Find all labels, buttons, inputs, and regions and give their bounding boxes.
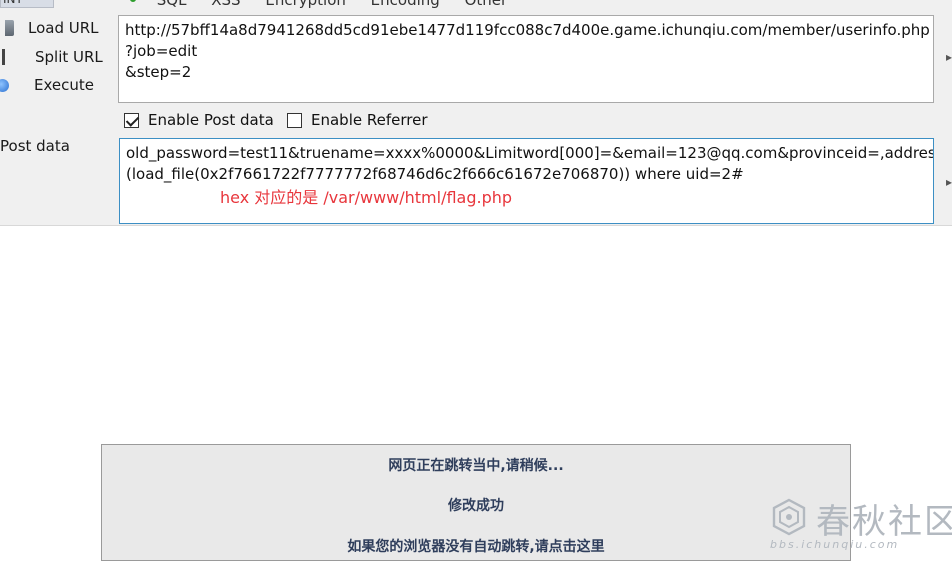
hackbar-panel: INT SQL XSS Encryption Encoding Other Lo…: [0, 0, 952, 226]
post-data-line-2: (load_file(0x2f7661722f7777772f68746d6c2…: [126, 165, 744, 183]
enable-post-checkbox[interactable]: Enable Post data: [124, 110, 274, 130]
status-dot-icon: [130, 0, 136, 2]
screen: INT SQL XSS Encryption Encoding Other Lo…: [0, 0, 952, 580]
post-data-label: Post data: [0, 137, 70, 155]
ichunqiu-logo-icon: [772, 498, 806, 536]
menu-item-encoding[interactable]: Encoding: [371, 0, 440, 9]
menu-item-encryption[interactable]: Encryption: [265, 0, 346, 9]
split-url-icon: [2, 49, 16, 65]
panel-tab[interactable]: INT: [0, 0, 54, 8]
load-url-label: Load URL: [28, 19, 99, 37]
execute-label: Execute: [34, 76, 94, 94]
execute-button[interactable]: Execute: [0, 73, 94, 97]
hex-annotation: hex 对应的是 /var/www/html/flag.php: [220, 188, 513, 207]
url-input[interactable]: http://57bff14a8d7941268dd5cd91ebe1477d1…: [118, 15, 934, 103]
watermark-title: 春秋社区: [816, 502, 952, 542]
menu-strip: SQL XSS Encryption Encoding Other: [130, 0, 527, 9]
load-url-icon: [5, 20, 14, 36]
redirect-message: 网页正在跳转当中,请稍候...: [388, 458, 564, 474]
url-side-arrow-icon: ▸: [946, 50, 952, 64]
enable-referrer-check-icon: [287, 112, 302, 128]
execute-icon: [0, 78, 9, 92]
enable-post-label: Enable Post data: [148, 111, 274, 129]
redirect-notice: 网页正在跳转当中,请稍候... 修改成功 如果您的浏览器没有自动跳转,请点击这里: [101, 444, 851, 561]
enable-post-check-icon: [124, 112, 139, 128]
enable-referrer-label: Enable Referrer: [311, 111, 428, 129]
menu-item-sql[interactable]: SQL: [157, 0, 187, 9]
load-url-button[interactable]: Load URL: [0, 16, 99, 40]
menu-item-other[interactable]: Other: [465, 0, 508, 9]
split-url-label: Split URL: [35, 48, 103, 66]
post-side-arrow-icon: ▸: [946, 175, 952, 189]
enable-referrer-checkbox[interactable]: Enable Referrer: [287, 110, 427, 130]
redirect-link[interactable]: 如果您的浏览器没有自动跳转,请点击这里: [347, 539, 604, 555]
watermark: 春秋社区 bbs.ichunqiu.com: [770, 494, 952, 556]
post-data-input[interactable]: old_password=test11&truename=xxxx%0000&L…: [119, 138, 934, 224]
menu-item-xss[interactable]: XSS: [211, 0, 240, 9]
split-url-button[interactable]: Split URL: [0, 45, 103, 69]
redirect-link-row: 如果您的浏览器没有自动跳转,请点击这里: [102, 536, 850, 556]
success-message: 修改成功: [448, 498, 504, 514]
watermark-url: bbs.ichunqiu.com: [770, 538, 900, 551]
post-data-line-1: old_password=test11&truename=xxxx%0000&L…: [126, 144, 934, 162]
